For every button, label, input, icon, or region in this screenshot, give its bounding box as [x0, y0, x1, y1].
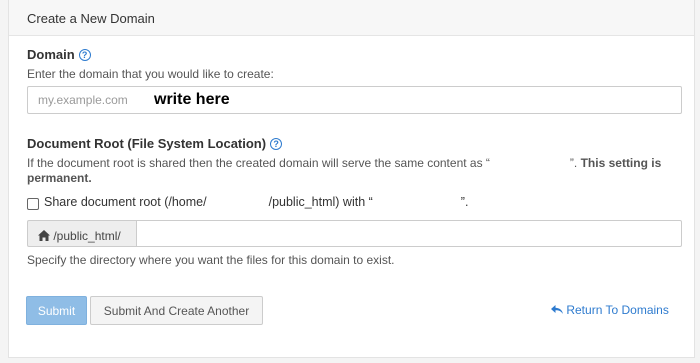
docroot-label-text: Document Root (File System Location)	[27, 136, 267, 151]
docroot-path-input[interactable]	[136, 220, 682, 247]
domain-label: Domain?	[27, 47, 91, 62]
docroot-addon: /public_html/	[27, 220, 136, 247]
domain-hint: Enter the domain that you would like to …	[27, 67, 274, 81]
return-link-text: Return To Domains	[566, 303, 669, 317]
share-label-suffix: ”.	[460, 195, 469, 209]
share-docroot-checkbox[interactable]	[27, 198, 39, 210]
share-label-prefix: Share document root (/home/	[44, 195, 207, 209]
docroot-hint-prefix: If the document root is shared then the …	[27, 156, 490, 170]
share-docroot-label[interactable]: Share document root (/home/ /public_html)…	[44, 195, 468, 209]
domain-label-text: Domain	[27, 47, 75, 62]
return-to-domains-link[interactable]: Return To Domains	[551, 303, 669, 317]
docroot-hint: If the document root is shared then the …	[27, 156, 700, 186]
annotation-overlay: write here	[154, 91, 230, 108]
docroot-addon-text: /public_html/	[53, 229, 121, 243]
panel-header: Create a New Domain	[9, 0, 694, 36]
submit-and-create-another-button[interactable]: Submit And Create Another	[90, 296, 263, 325]
submit-button[interactable]: Submit	[26, 296, 87, 325]
docroot-hint-suffix: ”.	[569, 156, 581, 170]
help-icon[interactable]: ?	[78, 49, 91, 61]
return-arrow-icon	[551, 305, 563, 314]
panel-title: Create a New Domain	[27, 11, 155, 26]
help-icon[interactable]: ?	[270, 138, 283, 150]
docroot-help-text: Specify the directory where you want the…	[27, 253, 395, 267]
domain-input[interactable]	[27, 86, 682, 114]
home-icon	[38, 230, 50, 241]
share-label-middle: /public_html) with “	[268, 195, 373, 209]
docroot-label: Document Root (File System Location)?	[27, 136, 283, 151]
